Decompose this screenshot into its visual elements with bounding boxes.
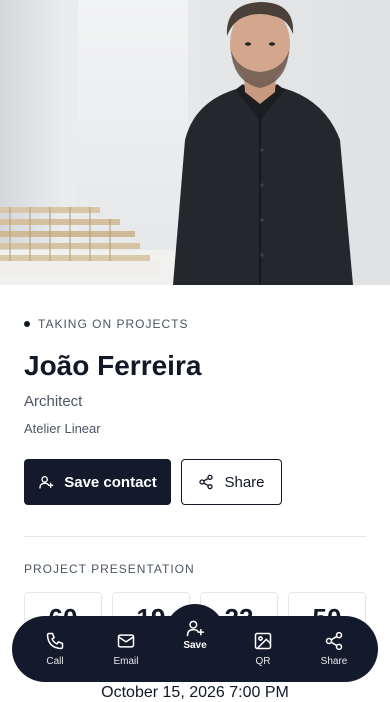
nav-share[interactable]: Share bbox=[304, 616, 364, 682]
save-contact-label: Save contact bbox=[64, 473, 157, 491]
profile-company: Atelier Linear bbox=[24, 421, 101, 436]
profile-role: Architect bbox=[24, 393, 83, 410]
phone-icon bbox=[46, 632, 64, 650]
nav-call-label: Call bbox=[46, 656, 64, 667]
section-divider bbox=[24, 536, 366, 537]
nav-call[interactable]: Call bbox=[25, 616, 85, 682]
presentation-label: PROJECT PRESENTATION bbox=[24, 562, 195, 576]
mail-icon bbox=[117, 634, 135, 648]
add-user-icon bbox=[39, 476, 54, 489]
person-portrait bbox=[173, 2, 353, 285]
share-icon bbox=[325, 631, 343, 651]
nav-email-label: Email bbox=[113, 656, 139, 667]
share-icon bbox=[199, 474, 214, 490]
status-dot-icon bbox=[24, 321, 30, 327]
availability-text: TAKING ON PROJECTS bbox=[38, 317, 189, 331]
share-button[interactable]: Share bbox=[181, 459, 282, 505]
nav-qr-label: QR bbox=[255, 656, 271, 667]
add-user-icon bbox=[186, 620, 205, 636]
nav-qr[interactable]: QR bbox=[233, 616, 293, 682]
event-date: October 15, 2026 7:00 PM bbox=[101, 684, 289, 701]
save-contact-button[interactable]: Save contact bbox=[24, 459, 171, 505]
nav-email[interactable]: Email bbox=[96, 616, 156, 682]
architecture-model-graphic bbox=[0, 207, 160, 275]
profile-name: João Ferreira bbox=[24, 350, 202, 381]
hero-photo bbox=[0, 0, 390, 285]
nav-save-label: Save bbox=[183, 639, 207, 651]
image-icon bbox=[254, 632, 272, 650]
share-label: Share bbox=[224, 473, 265, 491]
availability-badge: TAKING ON PROJECTS bbox=[24, 317, 188, 331]
nav-share-label: Share bbox=[320, 656, 348, 667]
nav-save-button[interactable]: Save bbox=[165, 604, 225, 664]
